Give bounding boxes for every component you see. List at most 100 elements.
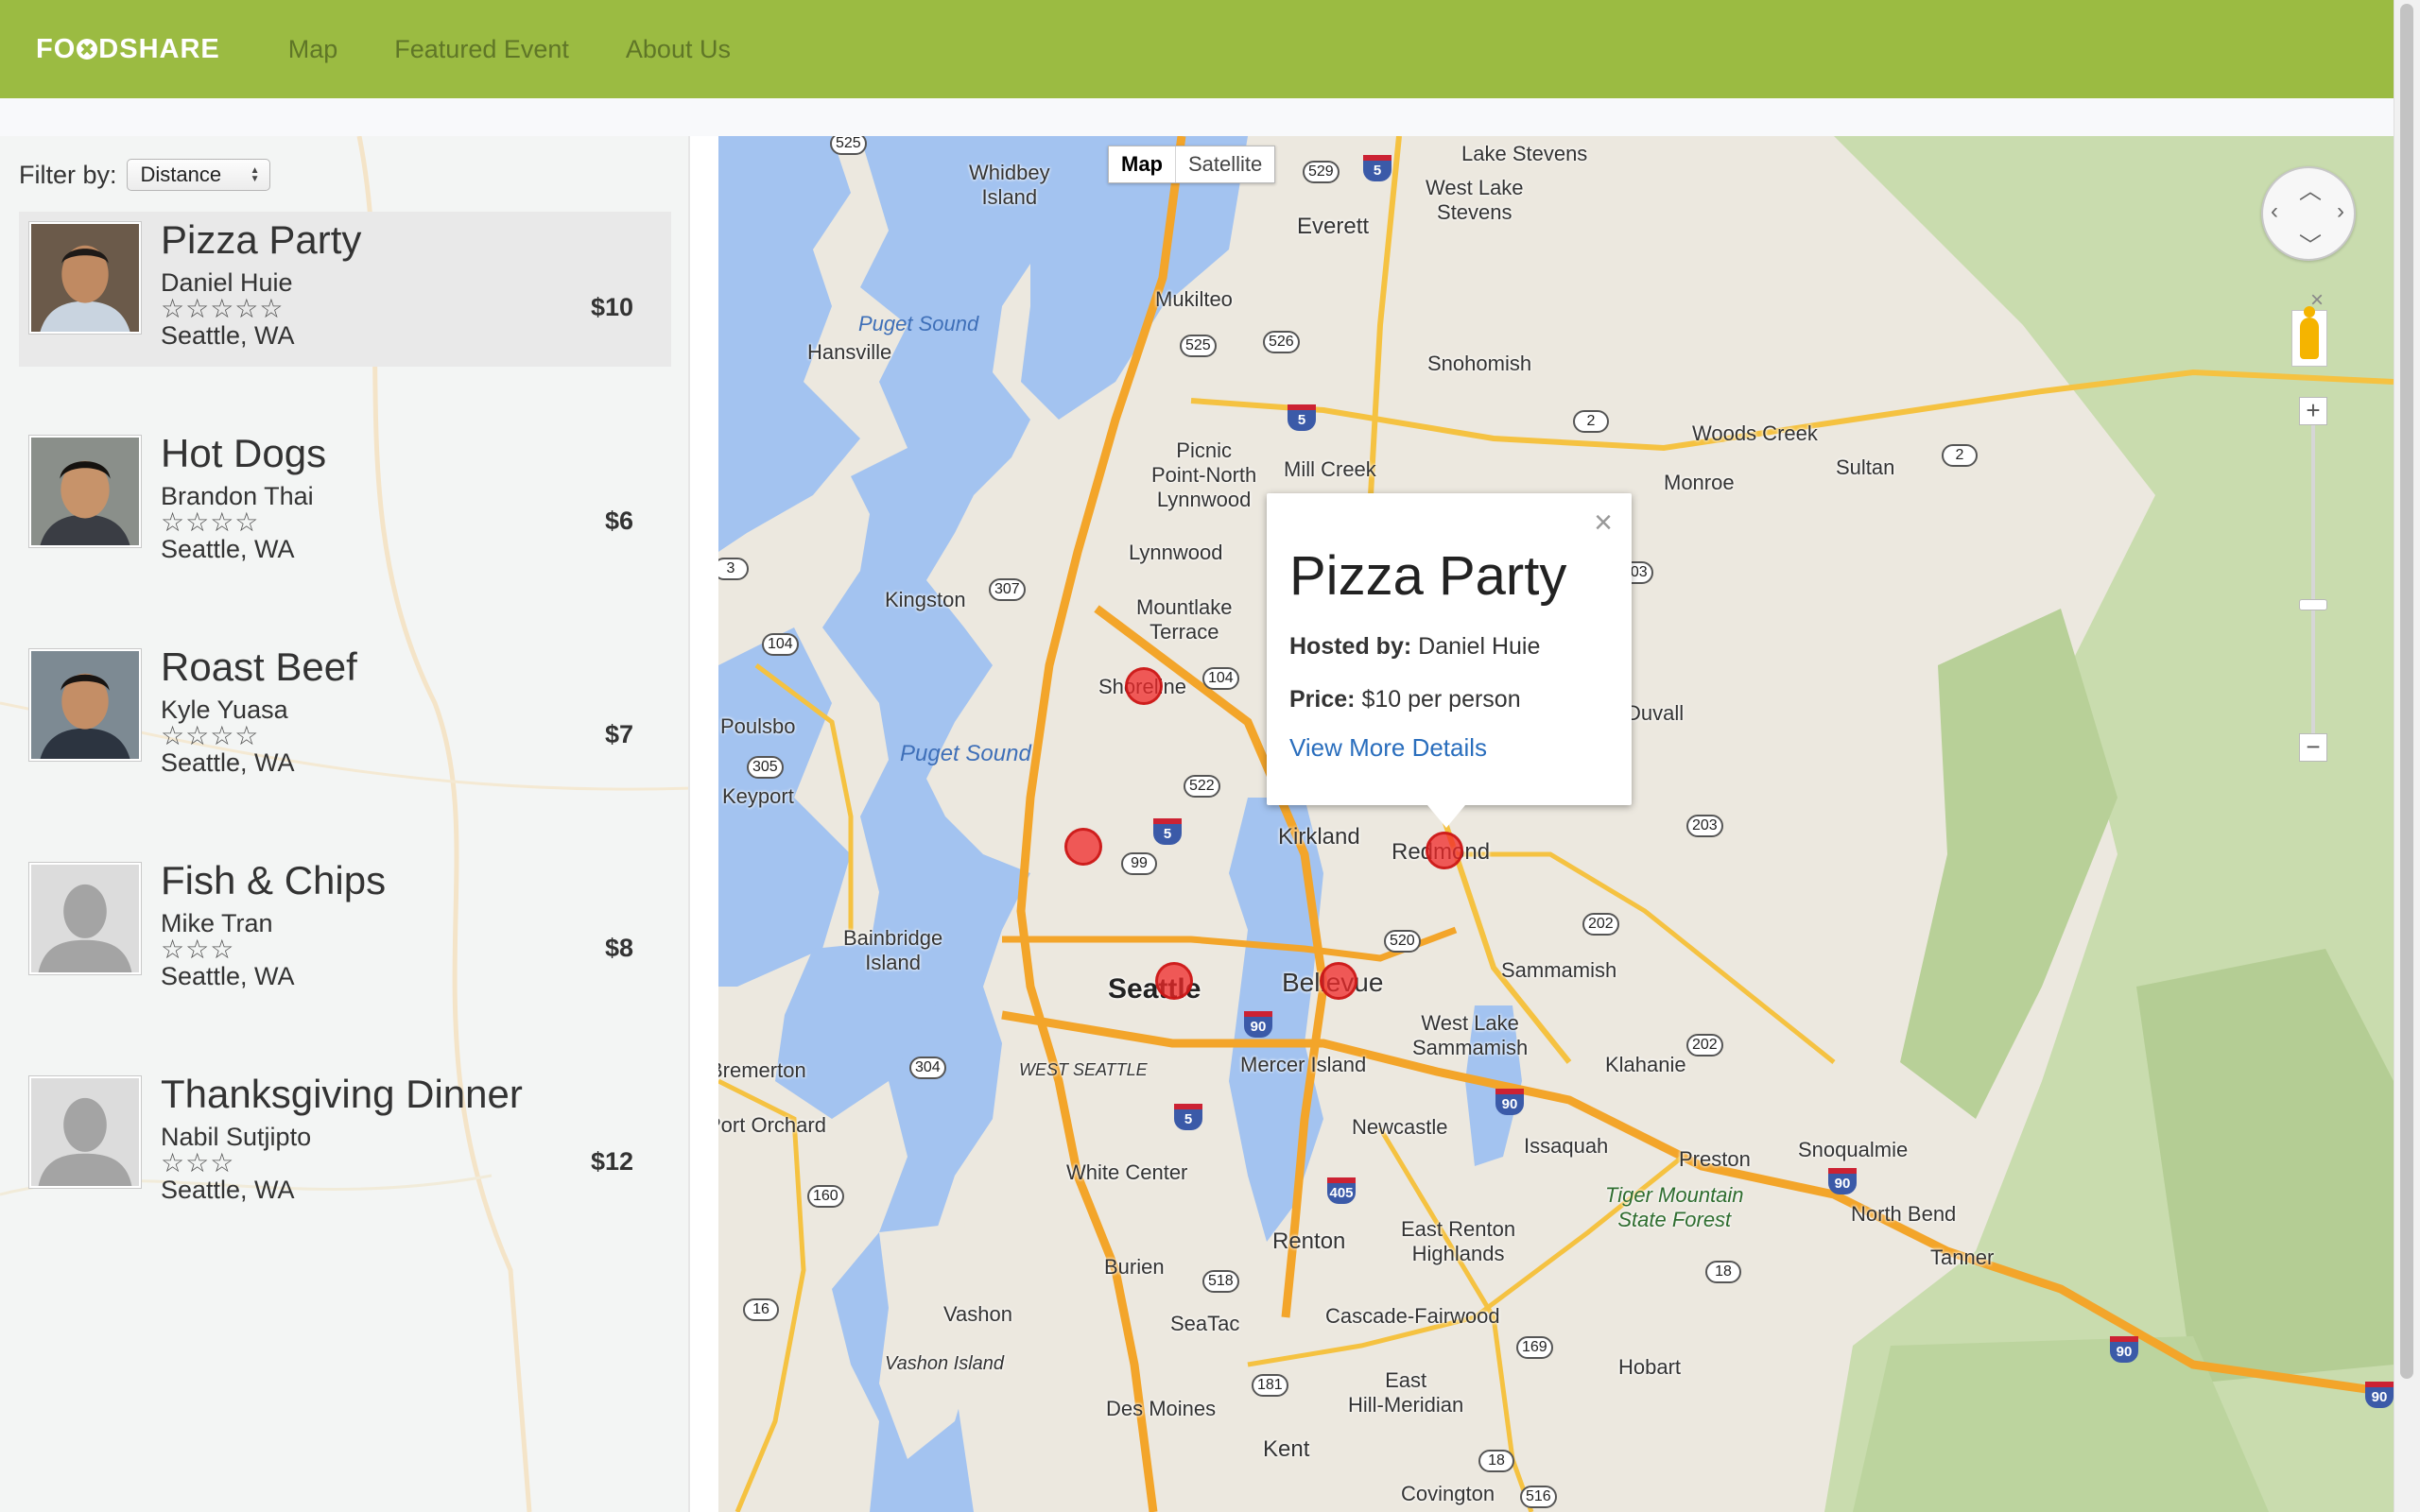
interstate-shield: 90 xyxy=(2365,1382,2394,1408)
map-label: West Lake Sammamish xyxy=(1412,1011,1529,1059)
map-label: Kent xyxy=(1263,1436,1310,1462)
pan-up-icon[interactable]: ︿ xyxy=(2299,172,2322,205)
event-map-marker[interactable] xyxy=(1125,667,1163,705)
event-map-marker[interactable] xyxy=(1426,832,1463,869)
pan-control[interactable]: ︿ ﹀ ‹ › xyxy=(2261,166,2356,261)
route-shield: 18 xyxy=(1478,1450,1514,1472)
info-window-title: Pizza Party xyxy=(1289,545,1567,607)
event-map-marker[interactable] xyxy=(1155,962,1193,1000)
nav-map-link[interactable]: Map xyxy=(288,35,338,64)
event-list-item[interactable]: Thanksgiving Dinner Nabil Sutjipto ☆☆☆ S… xyxy=(19,1066,671,1280)
map-label: Poulsbo xyxy=(720,714,796,738)
route-shield: 525 xyxy=(830,136,867,155)
route-shield: 18 xyxy=(1705,1261,1741,1283)
main-nav: Map Featured Event About Us xyxy=(258,35,757,64)
filter-select[interactable]: Distance ▲ ▼ xyxy=(126,159,270,191)
pan-right-icon[interactable]: › xyxy=(2337,198,2344,225)
person-photo-icon xyxy=(31,438,139,545)
nav-featured-event-link[interactable]: Featured Event xyxy=(394,35,569,64)
event-list-item[interactable]: Hot Dogs Brandon Thai ☆☆☆☆ Seattle, WA $… xyxy=(19,425,671,639)
map-canvas[interactable]: Map Satellite Whidbey Island Everett Muk… xyxy=(718,136,2394,1512)
interstate-shield: 90 xyxy=(2110,1336,2138,1363)
map-label: White Center xyxy=(1066,1160,1188,1184)
map-label: Covington xyxy=(1401,1482,1495,1505)
interstate-shield: 90 xyxy=(1244,1011,1272,1038)
zoom-slider-thumb[interactable] xyxy=(2299,599,2327,610)
route-shield: 304 xyxy=(909,1057,946,1079)
page-scrollbar[interactable] xyxy=(2394,0,2420,1512)
route-shield: 2 xyxy=(1942,444,1978,467)
rating-stars: ☆☆☆☆ xyxy=(161,507,260,537)
filter-selected-value: Distance xyxy=(140,163,222,186)
rating-stars: ☆☆☆☆☆ xyxy=(161,294,285,323)
map-label: Tanner xyxy=(1930,1246,1995,1269)
map-label: Snoqualmie xyxy=(1798,1138,1909,1161)
filter-label: Filter by: xyxy=(19,160,117,189)
interstate-shield: 5 xyxy=(1174,1104,1202,1130)
pan-left-icon[interactable]: ‹ xyxy=(2271,198,2278,225)
host-avatar xyxy=(28,221,142,335)
route-shield: 104 xyxy=(1202,667,1239,690)
route-shield: 529 xyxy=(1303,161,1340,183)
map-type-map-button[interactable]: Map xyxy=(1109,146,1176,182)
map-label: West Lake Stevens xyxy=(1426,176,1524,224)
map-label: SeaTac xyxy=(1170,1312,1240,1335)
route-shield: 3 xyxy=(718,558,749,580)
route-shield: 516 xyxy=(1520,1486,1557,1508)
map-label: Hobart xyxy=(1618,1355,1682,1379)
route-shield: 522 xyxy=(1184,775,1220,798)
zoom-in-button[interactable]: + xyxy=(2299,397,2327,425)
nav-about-us-link[interactable]: About Us xyxy=(626,35,731,64)
route-shield: 169 xyxy=(1516,1336,1553,1359)
event-map-marker[interactable] xyxy=(1320,962,1357,1000)
event-list-item[interactable]: Roast Beef Kyle Yuasa ☆☆☆☆ Seattle, WA $… xyxy=(19,639,671,852)
map-label: Vashon xyxy=(943,1302,1012,1326)
person-photo-icon xyxy=(31,651,139,759)
zoom-out-button[interactable]: − xyxy=(2299,733,2327,762)
street-view-pegman-icon[interactable] xyxy=(2291,306,2327,367)
map-label: Sultan xyxy=(1836,455,1895,479)
map-label: WEST SEATTLE xyxy=(1019,1060,1148,1079)
event-list-item[interactable]: Fish & Chips Mike Tran ☆☆☆ Seattle, WA $… xyxy=(19,852,671,1066)
map-label: Mercer Island xyxy=(1240,1053,1367,1076)
map-label: Picnic Point-North Lynnwood xyxy=(1151,438,1257,511)
pan-down-icon[interactable]: ﹀ xyxy=(2299,227,2322,260)
info-window-price: Price: $10 per person xyxy=(1289,686,1521,713)
route-shield: 203 xyxy=(1686,815,1723,837)
map-type-satellite-button[interactable]: Satellite xyxy=(1176,146,1274,182)
map-label: North Bend xyxy=(1851,1202,1957,1226)
select-arrows-icon: ▲ ▼ xyxy=(250,165,260,184)
map-label: Vashon Island xyxy=(885,1353,1005,1374)
brand-logo[interactable]: FO DSHARE xyxy=(36,34,220,65)
event-map-marker[interactable] xyxy=(1064,828,1102,866)
scrollbar-thumb[interactable] xyxy=(2400,4,2413,1379)
map-label: Monroe xyxy=(1664,471,1735,494)
interstate-shield: 90 xyxy=(1495,1089,1524,1115)
view-more-details-link[interactable]: View More Details xyxy=(1289,733,1487,763)
map-label: Everett xyxy=(1297,214,1370,239)
host-avatar xyxy=(28,648,142,762)
map-label: Kingston xyxy=(885,588,966,611)
zoom-slider-track[interactable] xyxy=(2299,425,2327,733)
event-list-item[interactable]: Pizza Party Daniel Huie ☆☆☆☆☆ Seattle, W… xyxy=(19,212,671,425)
map-label: Klahanie xyxy=(1605,1053,1686,1076)
rating-stars: ☆☆☆☆ xyxy=(161,721,260,750)
price-label: Price: xyxy=(1289,686,1356,713)
close-icon[interactable]: × xyxy=(1594,507,1613,539)
cross-o-icon xyxy=(77,39,98,60)
interstate-shield: 5 xyxy=(1288,404,1316,431)
event-title: Thanksgiving Dinner xyxy=(161,1072,523,1116)
map-type-control: Map Satellite xyxy=(1108,146,1276,183)
rating-stars: ☆☆☆ xyxy=(161,1148,235,1177)
map-label: Bainbridge Island xyxy=(843,926,943,974)
map-label: Renton xyxy=(1272,1228,1346,1254)
map-info-window: × Pizza Party Hosted by: Daniel Huie Pri… xyxy=(1267,493,1632,828)
map-label: Lynnwood xyxy=(1129,541,1223,564)
filter-row: Filter by: Distance ▲ ▼ xyxy=(19,159,270,191)
host-avatar xyxy=(28,862,142,975)
route-shield: 16 xyxy=(743,1298,779,1321)
event-price: $12 xyxy=(590,1147,633,1176)
route-shield: 202 xyxy=(1686,1034,1723,1057)
route-shield: 525 xyxy=(1180,335,1217,357)
hosted-by-value: Daniel Huie xyxy=(1418,633,1541,660)
